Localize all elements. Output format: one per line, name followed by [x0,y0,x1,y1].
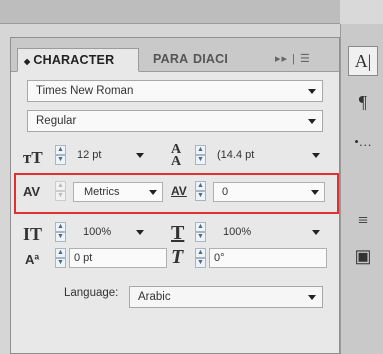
leading-value: (14.4 pt [217,149,255,161]
panel-header-strip [0,0,340,24]
chevron-down-icon [312,230,320,235]
vertical-scale-icon: IT [23,224,43,244]
skew-value: 0° [214,252,225,264]
horizontal-scale-icon: T [171,222,185,244]
horizontal-scale-stepper[interactable]: ▲ ▼ [195,222,206,242]
font-size-stepper[interactable]: ▲ ▼ [55,145,66,165]
vertical-scale-value: 100% [83,226,112,238]
language-value: Arabic [138,291,171,303]
align-panel-icon[interactable]: ≡ [348,206,378,236]
glyphs-panel-icon[interactable]: •… [348,128,378,158]
chevron-down-icon [308,119,316,124]
font-size-icon: ᴛT [23,148,43,167]
baseline-shift-field[interactable]: 0 pt [69,248,167,268]
horizontal-scale-field[interactable]: 100% [213,223,325,243]
horizontal-scale-value: 100% [223,226,252,238]
highlight-box [14,173,339,214]
leading-icon-lower: A [171,154,182,169]
collapse-icon[interactable]: ◆ [24,57,30,66]
leading-stepper[interactable]: ▲ ▼ [195,145,206,165]
panel-menu-icon[interactable]: ▸▸ | ☰ [275,52,311,65]
language-dropdown[interactable]: Arabic [129,286,323,308]
vertical-scale-stepper[interactable]: ▲ ▼ [55,222,66,242]
chevron-down-icon [136,230,144,235]
baseline-shift-value: 0 pt [74,252,93,264]
baseline-shift-stepper[interactable]: ▲ ▼ [55,248,66,268]
pathfinder-panel-icon[interactable]: ▣ [348,242,378,272]
chevron-down-icon [308,295,316,300]
paragraph-panel-icon[interactable]: ¶ [348,88,378,118]
leading-field[interactable]: (14.4 pt [213,146,325,166]
dock-header-strip [340,0,383,24]
vertical-scale-field[interactable]: 100% [73,223,149,243]
skew-icon: T [171,246,184,268]
baseline-shift-icon: Aª [25,252,40,267]
font-size-field[interactable]: 12 pt [73,146,149,166]
skew-stepper[interactable]: ▲ ▼ [195,248,206,268]
chevron-down-icon [308,89,316,94]
character-panel-icon[interactable]: A| [348,46,378,76]
font-family-dropdown[interactable]: Times New Roman [27,80,323,102]
font-style-value: Regular [36,115,77,127]
panel-tab-bar: ◆ CHARACTER PARA DIACI ▸▸ | ☰ [11,38,339,72]
chevron-down-icon [312,153,320,158]
side-dock: A| ¶ •… ≡ ▣ [340,24,383,354]
font-size-value: 12 pt [77,149,102,161]
tab-diacritics[interactable]: DIACI [187,48,234,72]
chevron-down-icon [136,153,144,158]
font-family-value: Times New Roman [36,85,134,97]
language-label: Language: [64,287,119,299]
font-style-dropdown[interactable]: Regular [27,110,323,132]
tab-character[interactable]: ◆ CHARACTER [17,48,139,72]
app-frame: ◆ CHARACTER PARA DIACI ▸▸ | ☰ Times New R… [0,0,383,354]
skew-field[interactable]: 0° [209,248,327,268]
tab-character-label: CHARACTER [33,53,115,67]
